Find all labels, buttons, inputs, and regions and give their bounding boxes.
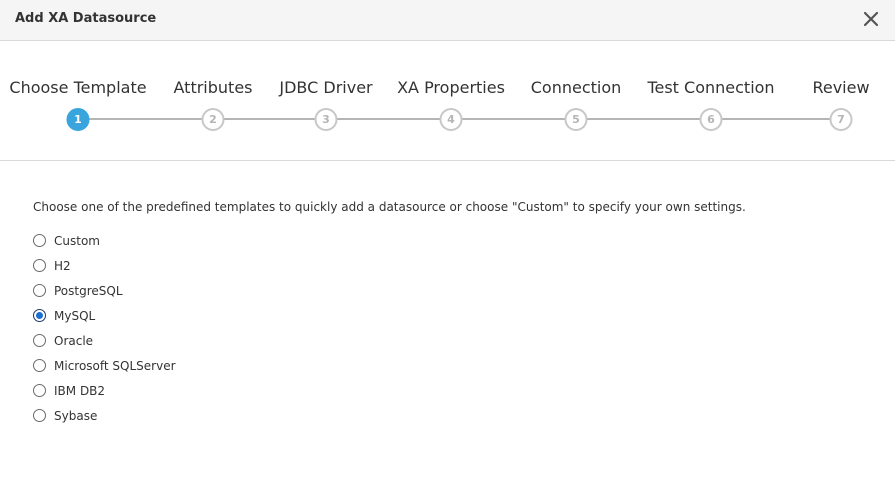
step-label-attributes: Attributes [173, 78, 253, 97]
template-option-mysql[interactable]: MySQL [33, 303, 873, 328]
template-option-custom[interactable]: Custom [33, 228, 873, 253]
radio-button[interactable] [33, 334, 46, 347]
step-indicator-7: 7 [829, 108, 853, 131]
step-connector [213, 118, 326, 120]
step-label-review: Review [812, 78, 870, 97]
template-option-postgresql[interactable]: PostgreSQL [33, 278, 873, 303]
step-label-choose-template: Choose Template [9, 78, 147, 97]
template-option-label: MySQL [54, 308, 96, 323]
template-option-label: H2 [54, 258, 71, 273]
step-indicator-6: 6 [699, 108, 723, 131]
template-option-label: Microsoft SQLServer [54, 358, 176, 373]
step-label-jdbc-driver: JDBC Driver [279, 78, 373, 97]
template-option-h2[interactable]: H2 [33, 253, 873, 278]
template-option-ibm-db2[interactable]: IBM DB2 [33, 378, 873, 403]
dialog-header: Add XA Datasource [0, 0, 895, 41]
template-option-label: Oracle [54, 333, 94, 348]
radio-button[interactable] [33, 284, 46, 297]
step-label-xa-properties: XA Properties [397, 78, 505, 97]
instructions-text: Choose one of the predefined templates t… [33, 200, 746, 214]
step-label-test-connection: Test Connection [647, 78, 775, 97]
step-connector [451, 118, 576, 120]
template-option-label: Sybase [54, 408, 98, 423]
template-radio-group: Custom H2 PostgreSQL MySQL Oracle Micros… [33, 228, 873, 428]
radio-button[interactable] [33, 384, 46, 397]
template-chooser: Choose one of the predefined templates t… [33, 200, 873, 428]
radio-button[interactable] [33, 234, 46, 247]
template-option-sybase[interactable]: Sybase [33, 403, 873, 428]
step-indicator-5: 5 [564, 108, 588, 131]
template-option-label: Custom [54, 233, 100, 248]
step-connector [711, 118, 841, 120]
step-indicator-3: 3 [314, 108, 338, 131]
radio-button[interactable] [33, 409, 46, 422]
radio-button[interactable] [33, 359, 46, 372]
step-indicator-4: 4 [439, 108, 463, 131]
step-indicator-2: 2 [201, 108, 225, 131]
wizard-steps: Choose Template Attributes JDBC Driver X… [0, 41, 895, 161]
step-label-connection: Connection [530, 78, 622, 97]
close-icon [863, 11, 879, 27]
radio-button-selected[interactable] [33, 309, 46, 322]
template-option-oracle[interactable]: Oracle [33, 328, 873, 353]
dialog-title: Add XA Datasource [15, 11, 157, 26]
step-connector [78, 118, 213, 120]
close-button[interactable] [860, 8, 882, 30]
step-indicator-1[interactable]: 1 [66, 108, 90, 131]
template-option-label: IBM DB2 [54, 383, 106, 398]
step-connector [326, 118, 451, 120]
add-xa-datasource-dialog: Add XA Datasource Choose Template Attrib… [0, 0, 895, 501]
template-option-label: PostgreSQL [54, 283, 123, 298]
radio-button[interactable] [33, 259, 46, 272]
step-connector [576, 118, 711, 120]
template-option-microsoft-sqlserver[interactable]: Microsoft SQLServer [33, 353, 873, 378]
